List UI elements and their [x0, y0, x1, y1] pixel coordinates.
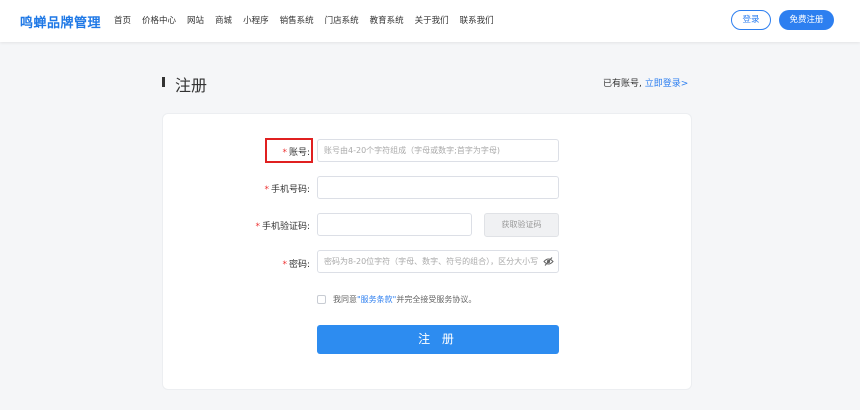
page-title: 注册: [175, 76, 208, 95]
agree-prefix: 我同意: [333, 295, 357, 304]
code-label-text: 手机验证码:: [261, 222, 310, 232]
login-button[interactable]: 登录: [731, 10, 771, 30]
nav-item-website[interactable]: 网站: [187, 14, 204, 26]
title-accent-bar: [162, 77, 165, 87]
nav-item-pricing[interactable]: 价格中心: [142, 14, 176, 26]
brand-logo[interactable]: 鸣蝉品牌管理: [20, 12, 101, 31]
password-label: * 密码:: [260, 257, 310, 270]
eye-hidden-icon[interactable]: [543, 257, 554, 266]
have-account-text: 已有账号, 立即登录>: [603, 76, 688, 89]
free-register-button[interactable]: 免费注册: [779, 10, 834, 30]
nav-item-mall[interactable]: 商城: [215, 14, 232, 26]
account-label: * 账号:: [275, 145, 310, 158]
nav-item-about[interactable]: 关于我们: [415, 14, 449, 26]
required-mark: *: [264, 185, 269, 195]
nav-item-miniprogram[interactable]: 小程序: [243, 14, 269, 26]
password-input[interactable]: 密码为8-20位字符（字母、数字、符号的组合），区分大小写: [317, 250, 559, 273]
account-label-text: 账号:: [288, 148, 310, 158]
nav-item-sales[interactable]: 销售系统: [280, 14, 314, 26]
main-nav: 首页 价格中心 网站 商城 小程序 销售系统 门店系统 教育系统 关于我们 联系…: [114, 14, 505, 26]
agree-suffix: 并完全接受服务协议。: [396, 295, 477, 304]
nav-item-education[interactable]: 教育系统: [370, 14, 404, 26]
phone-label-text: 手机号码:: [270, 185, 310, 195]
get-code-button[interactable]: 获取验证码: [484, 213, 559, 237]
agree-text: 我同意"服务条款"并完全接受服务协议。: [333, 294, 476, 305]
required-mark: *: [255, 222, 260, 232]
login-link[interactable]: 立即登录>: [645, 79, 689, 89]
nav-item-store[interactable]: 门店系统: [325, 14, 359, 26]
top-header: 鸣蝉品牌管理 首页 价格中心 网站 商城 小程序 销售系统 门店系统 教育系统 …: [0, 0, 860, 42]
nav-item-home[interactable]: 首页: [114, 14, 131, 26]
required-mark: *: [282, 260, 287, 270]
account-input[interactable]: 账号由4-20个字符组成（字母或数字;首字为字母): [317, 139, 559, 162]
code-input[interactable]: [317, 213, 472, 236]
code-label: * 手机验证码:: [230, 219, 310, 232]
terms-link[interactable]: "服务条款": [357, 295, 396, 304]
required-mark: *: [282, 148, 287, 158]
agree-checkbox[interactable]: [317, 295, 326, 304]
phone-input[interactable]: [317, 176, 559, 199]
password-label-text: 密码:: [288, 260, 310, 270]
have-account-label: 已有账号,: [603, 79, 642, 89]
register-submit-button[interactable]: 注 册: [317, 325, 559, 354]
phone-label: * 手机号码:: [240, 182, 310, 195]
nav-item-contact[interactable]: 联系我们: [460, 14, 494, 26]
